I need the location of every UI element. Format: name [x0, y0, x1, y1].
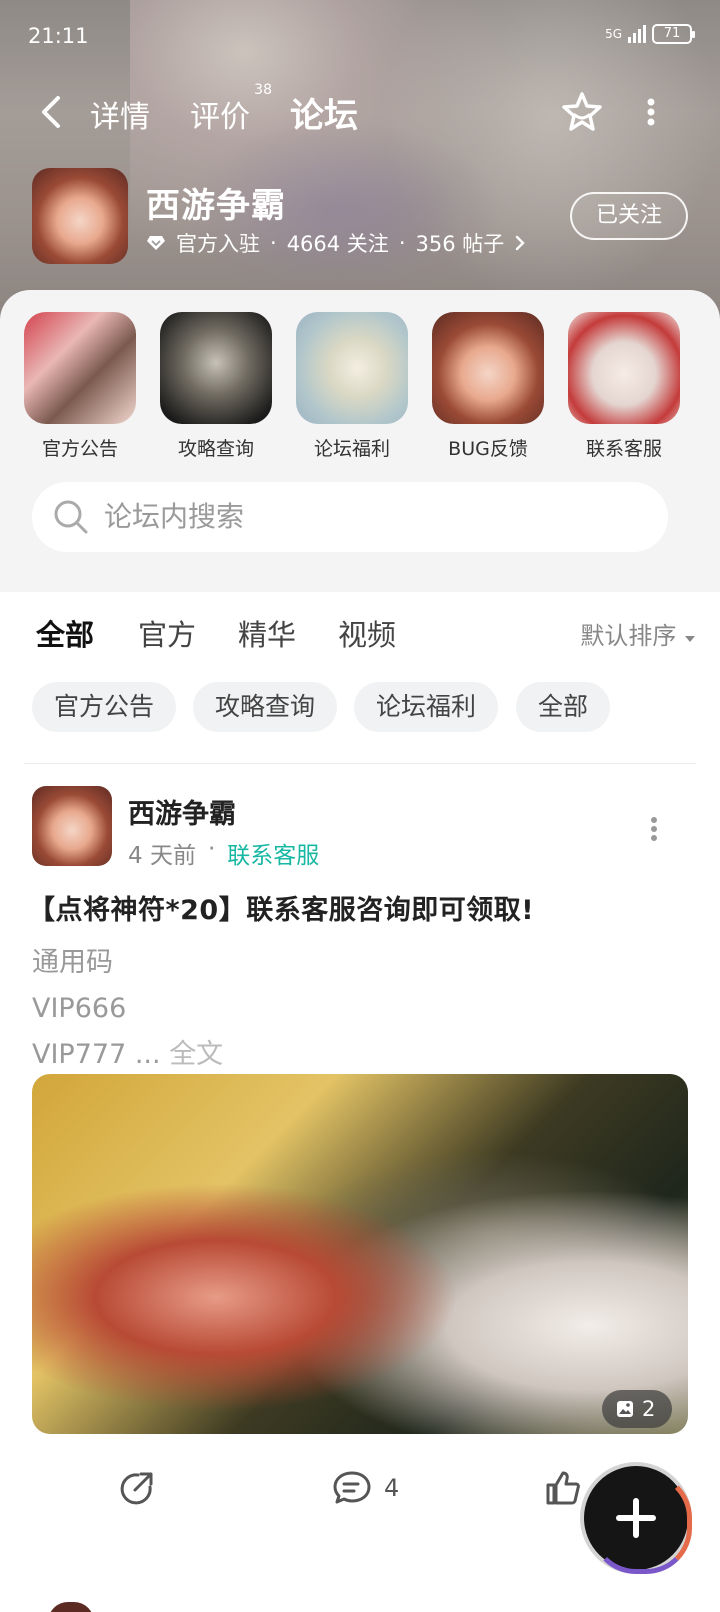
- shortcut-label: 攻略查询: [177, 438, 254, 460]
- filter-tab-video[interactable]: 视频: [338, 612, 396, 654]
- filter-tab-official[interactable]: 官方: [138, 612, 196, 654]
- post-more-icon[interactable]: [650, 816, 658, 842]
- tab-reviews[interactable]: 评价 38: [190, 82, 272, 136]
- star-favorite-icon[interactable]: [560, 90, 604, 134]
- tab-details[interactable]: 详情: [90, 92, 150, 136]
- shortcut-label: 论坛福利: [313, 438, 390, 460]
- dot-separator: ·: [270, 231, 277, 255]
- tab-reviews-label: 评价: [190, 100, 250, 135]
- shortcut-image: [568, 312, 680, 424]
- post-meta: 4 天前 · 联系客服: [128, 836, 319, 870]
- chip-benefits[interactable]: 论坛福利: [354, 682, 499, 732]
- create-post-button[interactable]: [584, 1466, 692, 1574]
- post-category[interactable]: 联系客服: [227, 836, 319, 870]
- chevron-right-icon: [516, 235, 525, 251]
- filter-tab-featured[interactable]: 精华: [238, 612, 296, 654]
- post-title[interactable]: 【点将神符*20】联系客服咨询即可领取!: [28, 888, 534, 927]
- caret-down-icon: [685, 636, 695, 642]
- like-button[interactable]: [544, 1468, 582, 1508]
- forum-content: 全部 官方 精华 视频 默认排序 官方公告 攻略查询 论坛福利 全部 西游争霸 …: [0, 592, 720, 1612]
- full-text-link[interactable]: 全文: [169, 1039, 223, 1070]
- comment-icon: [333, 1471, 371, 1504]
- review-count-badge: 38: [254, 82, 272, 98]
- share-button[interactable]: [118, 1468, 156, 1508]
- post-image[interactable]: [32, 1074, 688, 1434]
- shortcut-bug-feedback[interactable]: BUG反馈: [432, 312, 544, 461]
- dot-separator: ·: [207, 836, 216, 862]
- share-icon: [120, 1472, 153, 1505]
- divider: [24, 763, 696, 764]
- follow-button[interactable]: 已关注: [570, 192, 688, 240]
- signal-icon: [628, 25, 646, 43]
- post-line: VIP666: [32, 993, 127, 1024]
- image-count-badge: 2: [602, 1390, 672, 1428]
- network-label: 5G: [605, 27, 622, 41]
- game-meta[interactable]: 官方入驻 · 4664 关注 · 356 帖子: [146, 228, 526, 258]
- game-icon: [32, 168, 128, 264]
- filter-tab-all[interactable]: 全部: [36, 612, 95, 658]
- shortcut-image: [160, 312, 272, 424]
- post-line: VIP777 ...: [32, 1039, 161, 1070]
- shortcut-announcements[interactable]: 官方公告: [24, 312, 136, 461]
- diamond-icon: [147, 236, 165, 250]
- post-time: 4 天前: [128, 843, 196, 869]
- chip-announcements[interactable]: 官方公告: [32, 682, 177, 732]
- battery-icon: 71: [652, 24, 695, 44]
- shortcut-guides[interactable]: 攻略查询: [160, 312, 272, 461]
- filter-tabs: 全部 官方 精华 视频 默认排序: [36, 612, 696, 662]
- category-chips: 官方公告 攻略查询 论坛福利 全部: [32, 682, 696, 734]
- post-line-last: VIP777 ... 全文: [32, 1032, 223, 1078]
- image-count: 2: [642, 1397, 656, 1421]
- post-line: 通用码: [32, 947, 113, 978]
- author-avatar[interactable]: [32, 786, 112, 866]
- status-bar: 21:11 5G 71: [28, 22, 695, 52]
- shortcut-row: 官方公告 攻略查询 论坛福利 BUG反馈 联系客服: [24, 312, 696, 462]
- forum-search-bar[interactable]: [32, 482, 668, 552]
- shortcut-label: 联系客服: [585, 438, 662, 460]
- sort-dropdown[interactable]: 默认排序: [580, 616, 696, 651]
- top-nav: 详情 评价 38 论坛: [0, 82, 720, 139]
- shortcut-label: 官方公告: [41, 438, 118, 460]
- post-card[interactable]: 西游争霸 4 天前 · 联系客服 【点将神符*20】联系客服咨询即可领取! 通用…: [0, 768, 720, 1568]
- dot-separator: ·: [398, 231, 406, 255]
- post-author[interactable]: 西游争霸: [128, 792, 236, 831]
- header-banner: 21:11 5G 71 详情 评价 38 论坛 西游争霸 官方入驻 · 4664 …: [0, 0, 720, 320]
- game-name: 西游争霸: [146, 186, 286, 226]
- comment-count: 4: [384, 1474, 400, 1502]
- search-icon: [54, 500, 88, 534]
- shortcut-image: [24, 312, 136, 424]
- tab-forum[interactable]: 论坛: [284, 88, 364, 139]
- shortcut-image: [432, 312, 544, 424]
- comment-button[interactable]: 4: [332, 1468, 399, 1508]
- plus-icon: [633, 1498, 639, 1538]
- back-arrow-icon[interactable]: [38, 94, 66, 130]
- posts-count: 356 帖子: [415, 232, 505, 256]
- status-time: 21:11: [28, 24, 89, 48]
- shortcut-customer-service[interactable]: 联系客服: [568, 312, 680, 461]
- status-icons: 5G 71: [605, 24, 695, 44]
- official-label: 官方入驻: [176, 232, 260, 256]
- thumbs-up-icon: [546, 1471, 580, 1505]
- shortcut-benefits[interactable]: 论坛福利: [296, 312, 408, 461]
- more-menu-icon[interactable]: [646, 96, 656, 128]
- chip-all[interactable]: 全部: [516, 682, 611, 732]
- shortcut-label: BUG反馈: [448, 438, 528, 460]
- sort-label: 默认排序: [580, 622, 677, 650]
- game-header: 西游争霸 官方入驻 · 4664 关注 · 356 帖子 已关注: [32, 168, 688, 266]
- post-body[interactable]: 通用码 VIP666 VIP777 ... 全文: [32, 940, 223, 1078]
- chip-guides[interactable]: 攻略查询: [193, 682, 338, 732]
- followers-count: 4664 关注: [286, 232, 389, 256]
- image-icon: [617, 1401, 633, 1417]
- shortcut-image: [296, 312, 408, 424]
- search-input[interactable]: [104, 494, 604, 538]
